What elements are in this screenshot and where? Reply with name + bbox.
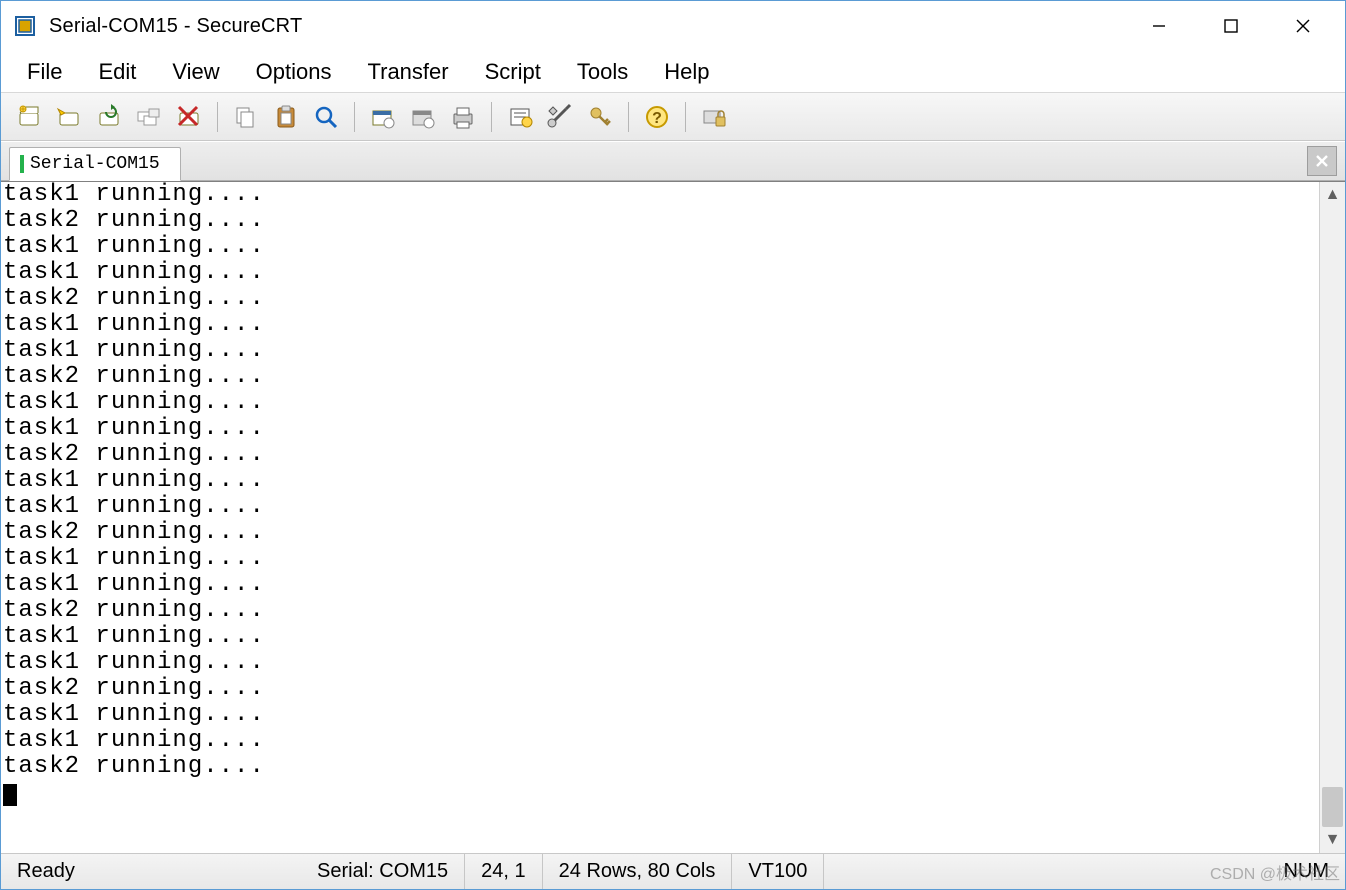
session-options-icon[interactable] <box>363 99 403 135</box>
tab-strip: Serial-COM15 <box>1 141 1345 181</box>
svg-text:?: ? <box>652 110 662 127</box>
status-connection: Serial: COM15 <box>301 854 465 889</box>
key-icon[interactable] <box>580 99 620 135</box>
toolbar-separator <box>628 102 629 132</box>
lock-session-icon[interactable] <box>694 99 734 135</box>
window-title: Serial-COM15 - SecureCRT <box>49 15 1123 38</box>
copy-icon[interactable] <box>226 99 266 135</box>
session-manager-icon[interactable] <box>129 99 169 135</box>
help-icon[interactable]: ? <box>637 99 677 135</box>
toolbar-separator <box>491 102 492 132</box>
toolbar: ? <box>1 93 1345 141</box>
menu-file[interactable]: File <box>9 55 80 89</box>
vertical-scrollbar[interactable]: ▲ ▼ <box>1319 182 1345 853</box>
maximize-button[interactable] <box>1195 4 1267 48</box>
terminal-cursor <box>3 784 17 806</box>
status-ready: Ready <box>1 854 301 889</box>
menu-edit[interactable]: Edit <box>80 55 154 89</box>
menu-tools[interactable]: Tools <box>559 55 646 89</box>
tab-label: Serial-COM15 <box>30 154 160 174</box>
print-icon[interactable] <box>443 99 483 135</box>
menu-options[interactable]: Options <box>238 55 350 89</box>
scroll-thumb[interactable] <box>1322 787 1343 827</box>
menubar: FileEditViewOptionsTransferScriptToolsHe… <box>1 51 1345 93</box>
scroll-down-arrow[interactable]: ▼ <box>1320 827 1346 853</box>
paste-icon[interactable] <box>266 99 306 135</box>
quick-connect-icon[interactable] <box>49 99 89 135</box>
properties-icon[interactable] <box>500 99 540 135</box>
scroll-track[interactable] <box>1320 208 1345 827</box>
global-options-icon[interactable] <box>403 99 443 135</box>
toolbar-separator <box>685 102 686 132</box>
close-button[interactable] <box>1267 4 1339 48</box>
menu-script[interactable]: Script <box>467 55 559 89</box>
scroll-up-arrow[interactable]: ▲ <box>1320 182 1346 208</box>
titlebar: Serial-COM15 - SecureCRT <box>1 1 1345 51</box>
minimize-button[interactable] <box>1123 4 1195 48</box>
session-tab[interactable]: Serial-COM15 <box>9 147 181 181</box>
tab-close-button[interactable] <box>1307 146 1337 176</box>
status-numlock: NUM <box>1267 854 1345 889</box>
menu-transfer[interactable]: Transfer <box>350 55 467 89</box>
status-bar: Ready Serial: COM15 24, 1 24 Rows, 80 Co… <box>1 853 1345 889</box>
disconnect-icon[interactable] <box>169 99 209 135</box>
find-icon[interactable] <box>306 99 346 135</box>
status-term-size: 24 Rows, 80 Cols <box>543 854 733 889</box>
status-emulation: VT100 <box>732 854 824 889</box>
terminal-output[interactable]: task1 running.... task2 running.... task… <box>1 182 1319 853</box>
menu-view[interactable]: View <box>154 55 237 89</box>
reconnect-icon[interactable] <box>89 99 129 135</box>
window-controls <box>1123 4 1339 48</box>
keymap-icon[interactable] <box>540 99 580 135</box>
new-session-icon[interactable] <box>9 99 49 135</box>
app-icon <box>13 14 37 38</box>
app-window: Serial-COM15 - SecureCRT FileEditViewOpt… <box>0 0 1346 890</box>
tab-active-indicator <box>20 155 24 173</box>
menu-help[interactable]: Help <box>646 55 727 89</box>
status-cursor-pos: 24, 1 <box>465 854 542 889</box>
toolbar-separator <box>217 102 218 132</box>
toolbar-separator <box>354 102 355 132</box>
terminal-area: task1 running.... task2 running.... task… <box>1 181 1345 853</box>
